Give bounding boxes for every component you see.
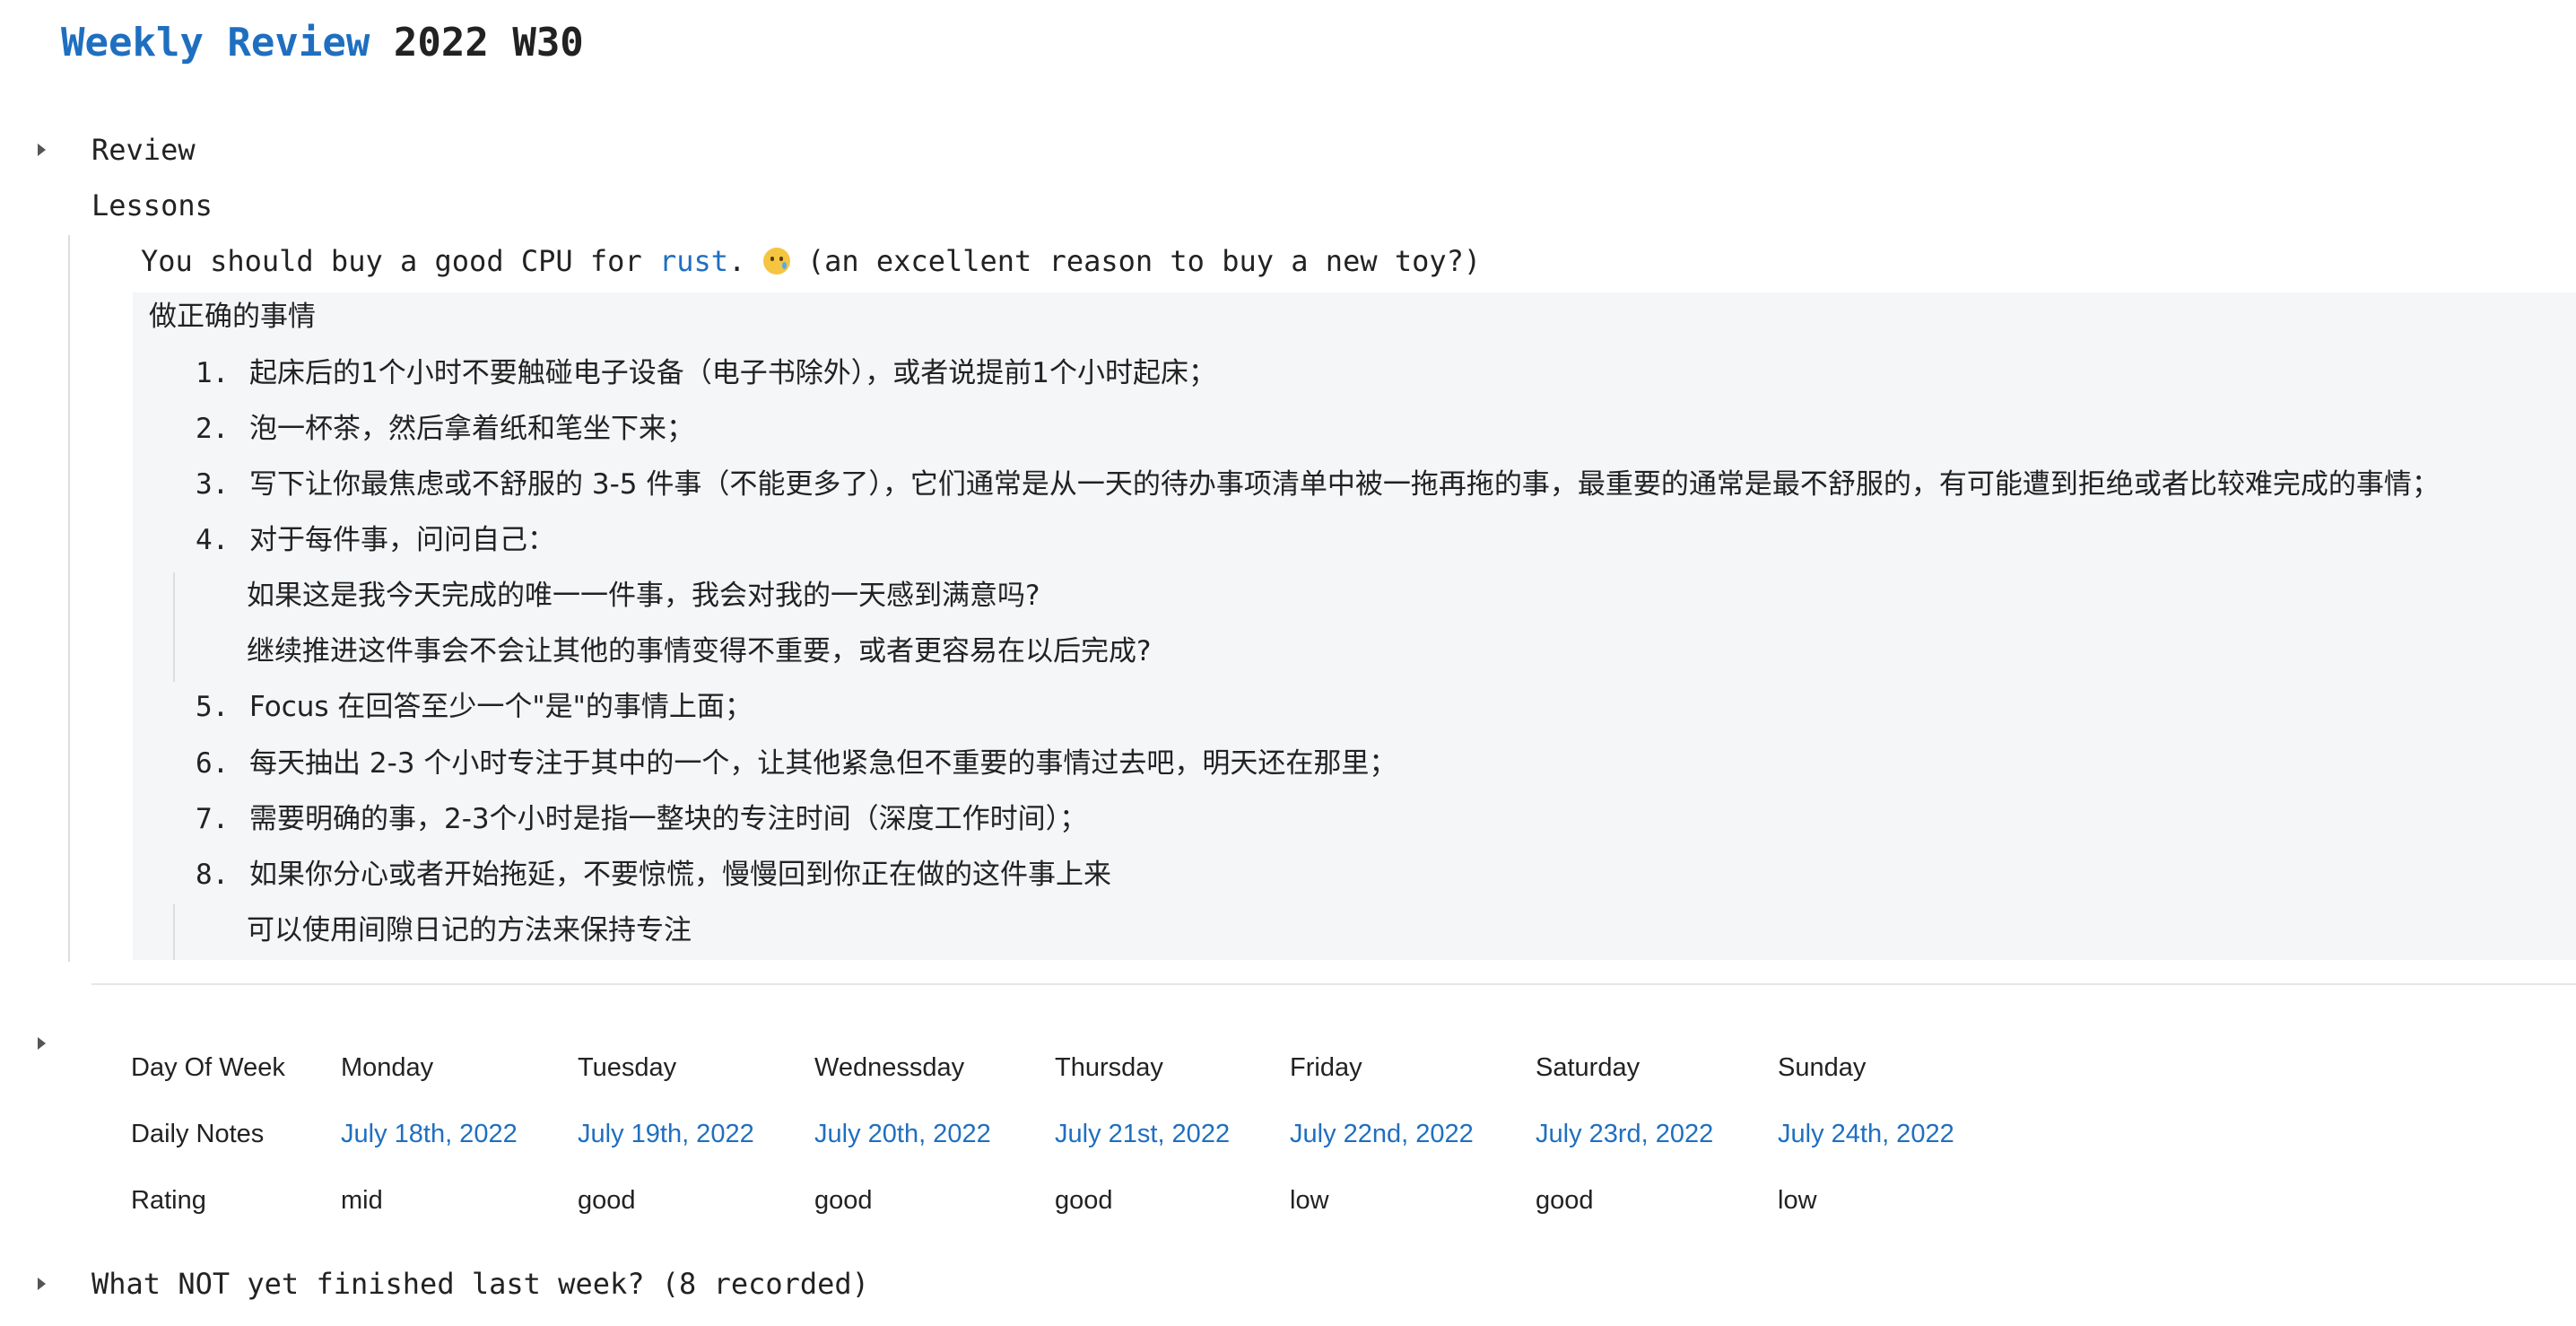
rating-cell: good <box>1536 1186 1594 1215</box>
list-number: 3. <box>196 468 230 501</box>
sub-guide-line <box>173 904 175 960</box>
list-item[interactable]: 4. 对于每件事，问问自己： <box>196 520 555 560</box>
day-cell: Sunday <box>1778 1053 1867 1082</box>
list-item[interactable]: 5. Focus 在回答至少一个"是"的事情上面； <box>196 687 753 727</box>
day-cell: Monday <box>341 1053 434 1082</box>
rating-cell: good <box>578 1186 636 1215</box>
list-item[interactable]: 8. 如果你分心或者开始拖延，不要惊慌，慢慢回到你正在做的这件事上来 <box>196 855 1111 894</box>
rating-cell: low <box>1290 1186 1329 1215</box>
rating-cell: good <box>1055 1186 1113 1215</box>
daily-note-link[interactable]: July 19th, 2022 <box>578 1116 754 1152</box>
title-link[interactable]: Weekly Review <box>61 20 370 65</box>
list-number: 5. <box>196 691 230 723</box>
daily-note-link[interactable]: July 23rd, 2022 <box>1536 1116 1713 1152</box>
rust-page-link[interactable]: rust <box>659 244 728 278</box>
lesson-line-text: You should buy a good CPU for <box>141 244 659 278</box>
lesson-cpu-line[interactable]: You should buy a good CPU for rust. (an … <box>141 241 1481 281</box>
list-number: 4. <box>196 524 230 556</box>
divider <box>91 983 2576 985</box>
collapse-arrow-icon[interactable] <box>38 144 46 156</box>
daily-note-link[interactable]: July 18th, 2022 <box>341 1116 518 1152</box>
day-cell: Thursday <box>1055 1053 1163 1082</box>
daily-note-link[interactable]: July 21st, 2022 <box>1055 1116 1230 1152</box>
daily-note-link[interactable]: July 24th, 2022 <box>1778 1116 1954 1152</box>
list-text: 写下让你最焦虑或不舒服的 3-5 件事（不能更多了），它们通常是从一天的待办事项… <box>249 468 2440 501</box>
day-cell: Wednessday <box>814 1053 965 1082</box>
list-number: 1. <box>196 357 230 389</box>
list-text: Focus 在回答至少一个"是"的事情上面； <box>249 691 753 723</box>
collapse-arrow-icon[interactable] <box>38 1278 46 1290</box>
day-cell: Friday <box>1290 1053 1362 1082</box>
daily-note-link[interactable]: July 22nd, 2022 <box>1290 1116 1474 1152</box>
daily-note-link[interactable]: July 20th, 2022 <box>814 1116 991 1152</box>
list-number: 8. <box>196 859 230 891</box>
list-item[interactable]: 7. 需要明确的事，2-3个小时是指一整块的专注时间（深度工作时间）； <box>196 799 1087 839</box>
row-label-notes: Daily Notes <box>131 1120 265 1148</box>
lessons-block[interactable]: Lessons <box>91 186 213 225</box>
rating-cell: low <box>1778 1186 1817 1215</box>
page-root: Weekly Review 2022 W30 Review Lessons Yo… <box>0 0 2576 1326</box>
sub-guide-line <box>173 572 175 682</box>
lesson-line-dot: . <box>728 244 746 278</box>
list-item[interactable]: 1. 起床后的1个小时不要触碰电子设备（电子书除外），或者说提前1个小时起床； <box>196 353 1216 393</box>
list-text: 泡一杯茶，然后拿着纸和笔坐下来； <box>249 413 694 445</box>
crying-face-icon <box>762 248 790 275</box>
review-block[interactable]: Review <box>91 130 196 170</box>
list-text: 起床后的1个小时不要触碰电子设备（电子书除外），或者说提前1个小时起床； <box>249 357 1216 389</box>
rating-cell: mid <box>341 1186 383 1215</box>
list-text: 每天抽出 2-3 个小时专注于其中的一个，让其他紧急但不重要的事情过去吧，明天还… <box>249 747 1397 780</box>
sub-item[interactable]: 如果这是我今天完成的唯一一件事，我会对我的一天感到满意吗? <box>247 576 1040 615</box>
list-item[interactable]: 2. 泡一杯茶，然后拿着纸和笔坐下来； <box>196 409 694 449</box>
list-text: 对于每件事，问问自己： <box>249 524 555 556</box>
page-title: Weekly Review 2022 W30 <box>61 16 584 70</box>
list-text: 如果你分心或者开始拖延，不要惊慌，慢慢回到你正在做的这件事上来 <box>249 859 1111 891</box>
unfinished-block[interactable]: What NOT yet finished last week? (8 reco… <box>91 1264 869 1304</box>
row-label-rating: Rating <box>131 1186 206 1215</box>
lesson-line-post: (an excellent reason to buy a new toy?) <box>806 244 1482 278</box>
title-week: 2022 W30 <box>393 20 584 65</box>
list-item[interactable]: 6. 每天抽出 2-3 个小时专注于其中的一个，让其他紧急但不重要的事情过去吧，明… <box>196 744 1397 783</box>
list-number: 2. <box>196 413 230 445</box>
sub-item[interactable]: 继续推进这件事会不会让其他的事情变得不重要，或者更容易在以后完成? <box>247 632 1151 671</box>
children-guide-line <box>68 235 70 962</box>
collapse-arrow-icon[interactable] <box>38 1037 46 1050</box>
sub-item[interactable]: 可以使用间隙日记的方法来保持专注 <box>247 911 692 950</box>
list-number: 7. <box>196 803 230 835</box>
day-cell: Saturday <box>1536 1053 1640 1082</box>
row-label-day: Day Of Week <box>131 1053 285 1082</box>
list-item[interactable]: 3. 写下让你最焦虑或不舒服的 3-5 件事（不能更多了），它们通常是从一天的待办… <box>196 465 2440 504</box>
rating-cell: good <box>814 1186 873 1215</box>
list-text: 需要明确的事，2-3个小时是指一整块的专注时间（深度工作时间）； <box>249 803 1088 835</box>
day-cell: Tuesday <box>578 1053 677 1082</box>
list-number: 6. <box>196 747 230 780</box>
quote-heading[interactable]: 做正确的事情 <box>149 297 316 336</box>
